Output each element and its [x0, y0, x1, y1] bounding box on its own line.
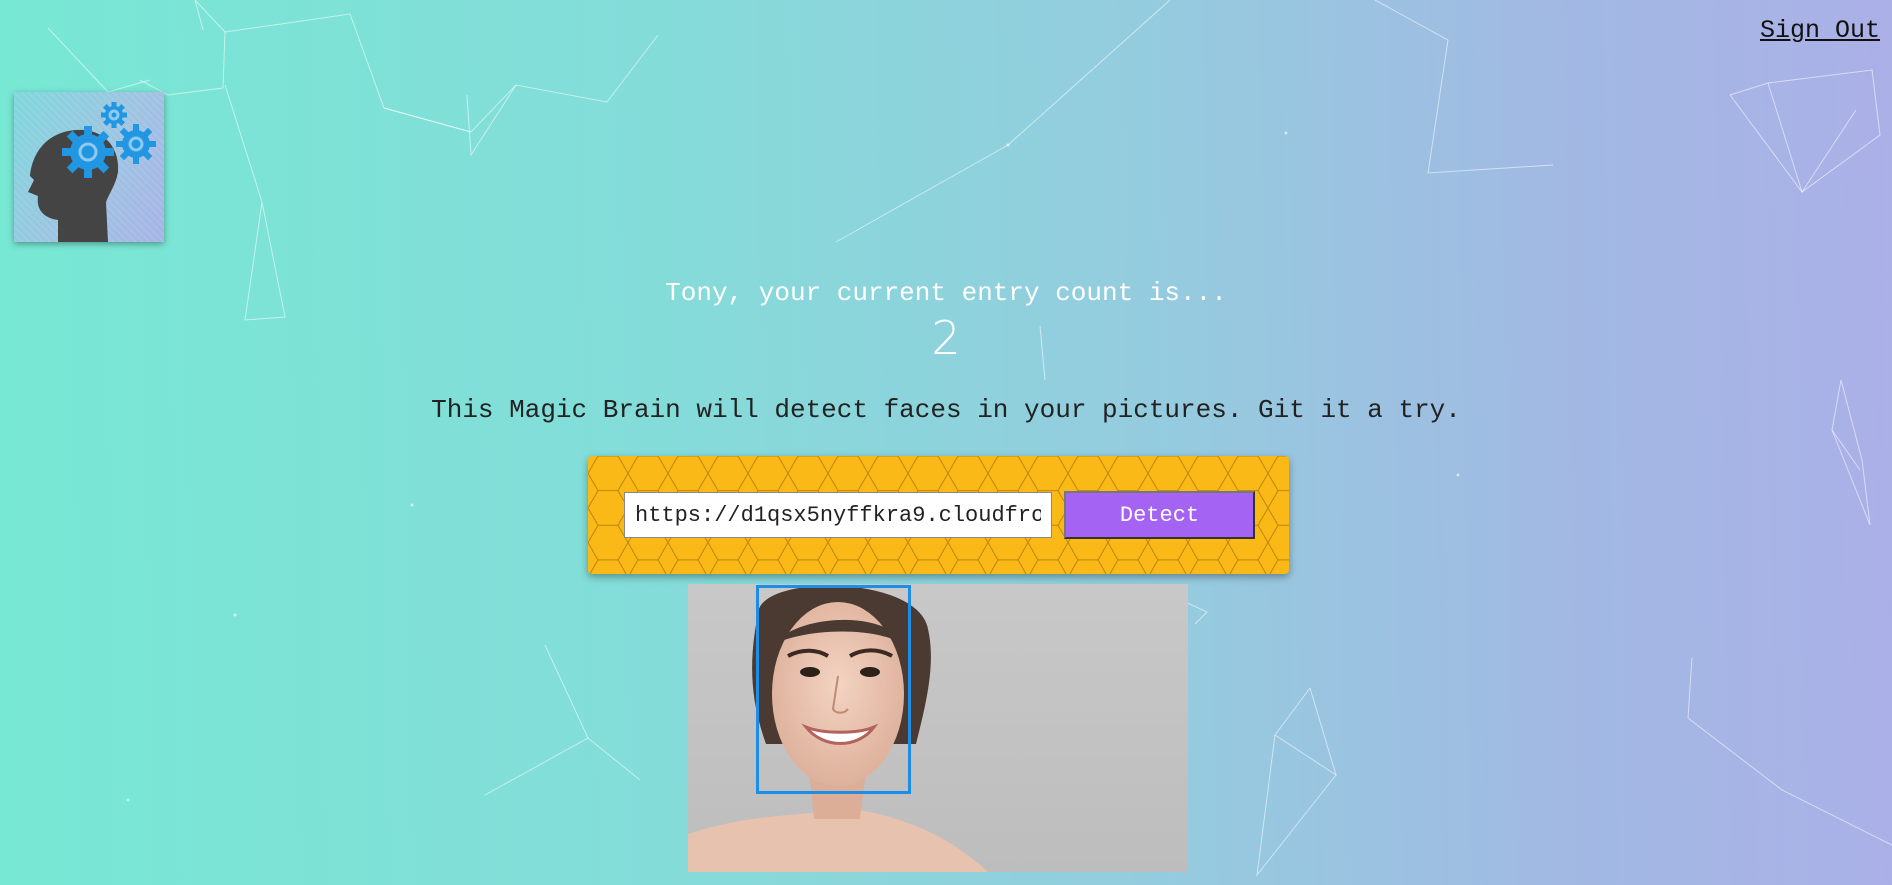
entry-count-message: Tony, your current entry count is...: [665, 278, 1227, 308]
brain-logo[interactable]: [14, 92, 164, 242]
sign-out-link[interactable]: Sign Out: [1760, 16, 1880, 45]
intro-text: This Magic Brain will detect faces in yo…: [431, 395, 1461, 425]
face-image: [688, 584, 1188, 872]
detect-button[interactable]: Detect: [1064, 491, 1255, 539]
image-url-input[interactable]: [624, 492, 1052, 538]
face-bounding-box: [756, 585, 911, 794]
image-link-form: Detect: [588, 456, 1289, 574]
brain-gears-icon: [28, 102, 156, 242]
top-nav: Sign Out: [1760, 16, 1880, 45]
entry-count-value: 2: [931, 311, 961, 365]
